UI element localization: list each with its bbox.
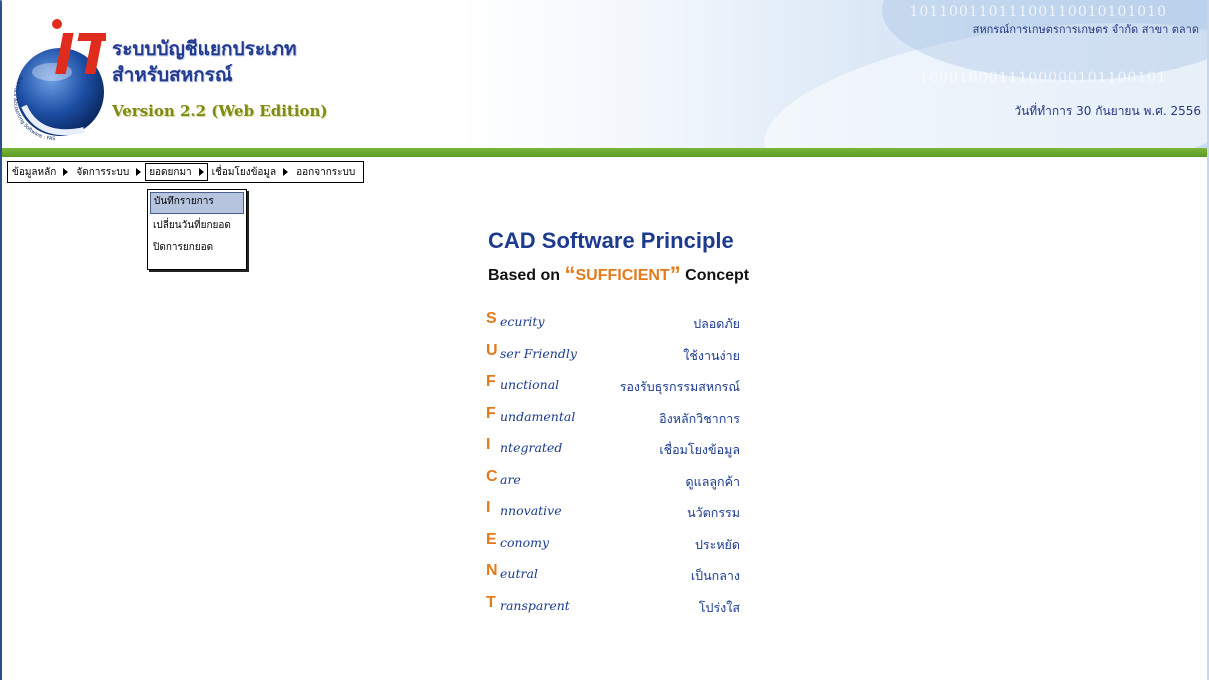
principle-title-rest: Software Principle bbox=[535, 228, 734, 253]
principle-row: F unctional รองรับธุรกรรมสหกรณ์ bbox=[486, 373, 752, 405]
subtitle-highlight: SUFFICIENT bbox=[575, 267, 670, 284]
principle-title-prefix: CAD bbox=[488, 228, 536, 253]
principle-thai: รองรับธุรกรรมสหกรณ์ bbox=[619, 379, 740, 394]
principle-row: I nnovative นวัตกรรม bbox=[486, 499, 752, 531]
principle-thai: ปลอดภัย bbox=[693, 316, 740, 331]
principle-thai: ประหยัด bbox=[694, 536, 740, 552]
submenu-item-record-entry[interactable]: บันทึกรายการ bbox=[150, 192, 244, 214]
principle-letter: I bbox=[486, 499, 491, 516]
submenu-arrow-icon bbox=[136, 168, 142, 176]
principle-letter: S bbox=[486, 310, 497, 327]
fas-logo: IT Full Pack Accounting Software : FAS bbox=[14, 19, 106, 142]
subtitle-close-quote: ” bbox=[669, 262, 681, 287]
principle-row: E conomy ประหยัด bbox=[486, 531, 752, 563]
menu-item-master-data[interactable]: ข้อมูลหลัก bbox=[8, 163, 72, 181]
principle-letter: E bbox=[486, 530, 497, 548]
principle-letter: C bbox=[486, 467, 498, 485]
menu-item-opening-balance[interactable]: ยอดยกมา bbox=[145, 163, 208, 181]
binary-decoration: 10110011011100110010101010 bbox=[909, 4, 1167, 20]
principle-row: T ransparent โปร่งใส bbox=[486, 594, 752, 626]
principle-thai: นวัตกรรม bbox=[687, 505, 740, 520]
principle-word: are bbox=[500, 471, 521, 487]
menu-item-label: ยอดยกมา bbox=[149, 166, 192, 178]
principle-thai: โปร่งใส bbox=[698, 599, 740, 615]
principle-word: conomy bbox=[500, 534, 550, 550]
menu-item-system-management[interactable]: จัดการระบบ bbox=[72, 163, 145, 181]
menu-item-label: เชื่อมโยงข้อมูล bbox=[211, 166, 277, 178]
app-title: ระบบบัญชีแยกประเภท สำหรับสหกรณ์ bbox=[112, 36, 297, 88]
submenu-item-change-carry-date[interactable]: เปลี่ยนวันที่ยกยอด bbox=[150, 216, 244, 236]
principle-row: N eutral เป็นกลาง bbox=[486, 562, 752, 594]
principle-row: C are ดูแลลูกค้า bbox=[486, 468, 752, 500]
principle-word: eutral bbox=[500, 566, 538, 581]
principle-thai: ดูแลลูกค้า bbox=[685, 473, 740, 489]
principle-thai: ใช้งานง่าย bbox=[683, 347, 740, 363]
subtitle-pre: Based on bbox=[488, 267, 565, 284]
principle-thai: เชื่อมโยงข้อมูล bbox=[659, 442, 740, 457]
principle-word: undamental bbox=[500, 408, 576, 424]
principle-letter: N bbox=[486, 562, 498, 579]
principle-subtitle: Based on “SUFFICIENT” Concept bbox=[488, 262, 749, 288]
principle-list: S ecurity ปลอดภัย U ser Friendly ใช้งานง… bbox=[486, 310, 752, 625]
work-date: วันที่ทำการ 30 กันยายน พ.ศ. 2556 bbox=[1014, 104, 1201, 118]
principle-thai: อิงหลักวิชาการ bbox=[659, 410, 740, 426]
header-banner: 10110011011100110010101010 1000100011100… bbox=[2, 0, 1207, 148]
binary-decoration: 1000100011100000101100101 bbox=[919, 70, 1167, 86]
submenu-item-close-carry-forward[interactable]: ปิดการยกยอด bbox=[150, 238, 244, 258]
principle-letter: T bbox=[486, 593, 496, 611]
principle-row: S ecurity ปลอดภัย bbox=[486, 310, 752, 342]
principle-word: ecurity bbox=[500, 314, 545, 329]
principle-word: nnovative bbox=[500, 503, 562, 518]
principle-row: I ntegrated เชื่อมโยงข้อมูล bbox=[486, 436, 752, 468]
submenu-arrow-icon bbox=[198, 168, 204, 176]
menu-item-label: ออกจากระบบ bbox=[296, 166, 356, 178]
coop-name: สหกรณ์การเกษตรการเกษตร จำกัด สาขา ตลาด bbox=[972, 23, 1199, 36]
submenu-arrow-icon bbox=[283, 168, 289, 176]
subtitle-open-quote: “ bbox=[564, 262, 576, 287]
menu-item-data-link[interactable]: เชื่อมโยงข้อมูล bbox=[208, 163, 292, 181]
app-title-line1: ระบบบัญชีแยกประเภท bbox=[112, 38, 297, 60]
subtitle-post: Concept bbox=[680, 267, 750, 284]
principle-letter: F bbox=[486, 404, 496, 422]
app-version: Version 2.2 (Web Edition) bbox=[112, 102, 328, 120]
app-title-line2: สำหรับสหกรณ์ bbox=[112, 64, 233, 86]
principle-letter: I bbox=[486, 436, 491, 453]
principle-word: ntegrated bbox=[500, 440, 563, 455]
principle-row: F undamental อิงหลักวิชาการ bbox=[486, 405, 752, 437]
principle-thai: เป็นกลาง bbox=[690, 568, 740, 583]
header-divider bbox=[2, 148, 1207, 157]
menu-item-label: จัดการระบบ bbox=[76, 166, 130, 178]
principle-word: ser Friendly bbox=[500, 345, 577, 361]
principle-row: U ser Friendly ใช้งานง่าย bbox=[486, 342, 752, 374]
submenu-arrow-icon bbox=[63, 168, 69, 176]
principle-letter: F bbox=[486, 373, 496, 390]
principle-letter: U bbox=[486, 341, 498, 359]
principle-word: ransparent bbox=[500, 597, 570, 613]
principle-title: CAD Software Principle bbox=[488, 228, 734, 254]
main-menu-bar: ข้อมูลหลัก จัดการระบบ ยอดยกมา เชื่อมโยงข… bbox=[7, 161, 364, 183]
logo-letters: IT bbox=[54, 23, 106, 88]
menu-item-logout[interactable]: ออกจากระบบ bbox=[292, 163, 359, 181]
opening-balance-submenu: บันทึกรายการ เปลี่ยนวันที่ยกยอด ปิดการยก… bbox=[147, 189, 247, 270]
menu-item-label: ข้อมูลหลัก bbox=[12, 166, 57, 178]
principle-word: unctional bbox=[500, 377, 560, 392]
